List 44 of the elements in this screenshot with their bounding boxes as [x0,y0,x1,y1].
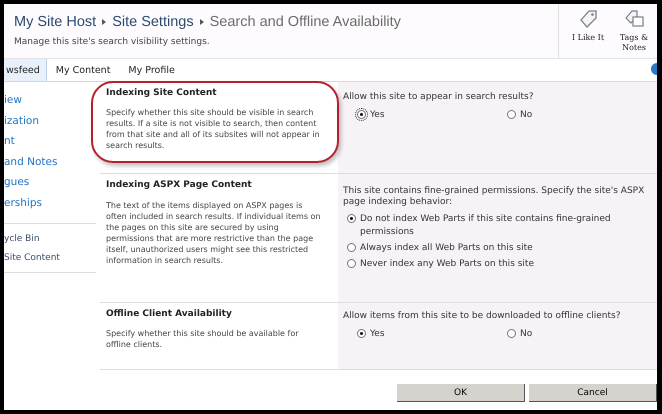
sidebar-link[interactable]: Site Content [4,249,96,268]
radio-option[interactable]: Always index all Web Parts on this site [347,242,657,255]
sidebar-link[interactable]: erships [4,192,96,213]
page-subtitle: Manage this site's search visibility settings. [14,37,211,47]
sidebar-link[interactable]: iew [4,90,96,110]
ribbon-button[interactable]: Tags & Notes [611,4,657,58]
question-label: Allow this site to appear in search results? [343,92,534,103]
radio-option[interactable]: No [507,328,657,340]
section-title: Indexing Site Content [106,88,218,98]
breadcrumb-item: Search and Offline Availability [210,14,401,30]
radio-option[interactable]: Do not index Web Parts if this site contains fine-grained permissions [347,213,657,239]
radio-option[interactable]: Yes [357,328,507,340]
section-description: The text of the items displayed on ASPX pages is often included in search results. If individual items on the pages on this site are secured by using permissions that are more restrictive than the page itself, unauthorized users might see this restricted information in search results. [106,200,322,266]
sidebar-link[interactable]: nt [4,131,96,152]
breadcrumb-separator-icon [200,19,204,25]
radio-button[interactable] [347,214,356,223]
sidebar-link[interactable]: gues [4,172,96,192]
radio-button[interactable] [347,259,356,268]
radio-button[interactable] [507,110,516,119]
radio-button[interactable] [357,110,366,119]
radio-option[interactable]: Yes [357,109,507,121]
section-title: Indexing ASPX Page Content [106,180,253,190]
section-title: Offline Client Availability [106,309,233,319]
ribbon-button[interactable]: I Like It [565,4,611,58]
form-button[interactable]: Cancel [529,384,657,402]
breadcrumb-item[interactable]: My Site Host [14,14,96,30]
nav-tab[interactable]: My Profile [119,59,184,81]
breadcrumb-separator-icon [102,19,106,25]
sidebar-link[interactable]: ization [4,110,96,131]
radio-option[interactable]: Never index any Web Parts on this site [347,258,657,271]
radio-option[interactable]: No [507,109,657,121]
nav-tab[interactable]: My Content [46,59,120,81]
section-description: Specify whether this site should be available for offline clients. [106,328,300,350]
sidebar-link[interactable]: and Notes [4,152,96,172]
sidebar-link[interactable]: ycle Bin [4,230,96,249]
question-label: Allow items from this site to be downloaded to offline clients? [343,311,622,322]
section-description: Specify whether this site should be visible in search results. If a site is not visible to search, then content from that site and all of its subsites will not appear in search results. [106,107,321,151]
question-label: This site contains fine-grained permissions. Specify the site's ASPX page indexing behavior: [343,186,646,208]
form-button[interactable]: OK [397,384,525,402]
nav-tab[interactable]: wsfeed [4,59,47,81]
radio-button[interactable] [357,329,366,338]
breadcrumb-item[interactable]: Site Settings [112,14,194,30]
radio-button[interactable] [507,329,516,338]
radio-button[interactable] [347,243,356,252]
